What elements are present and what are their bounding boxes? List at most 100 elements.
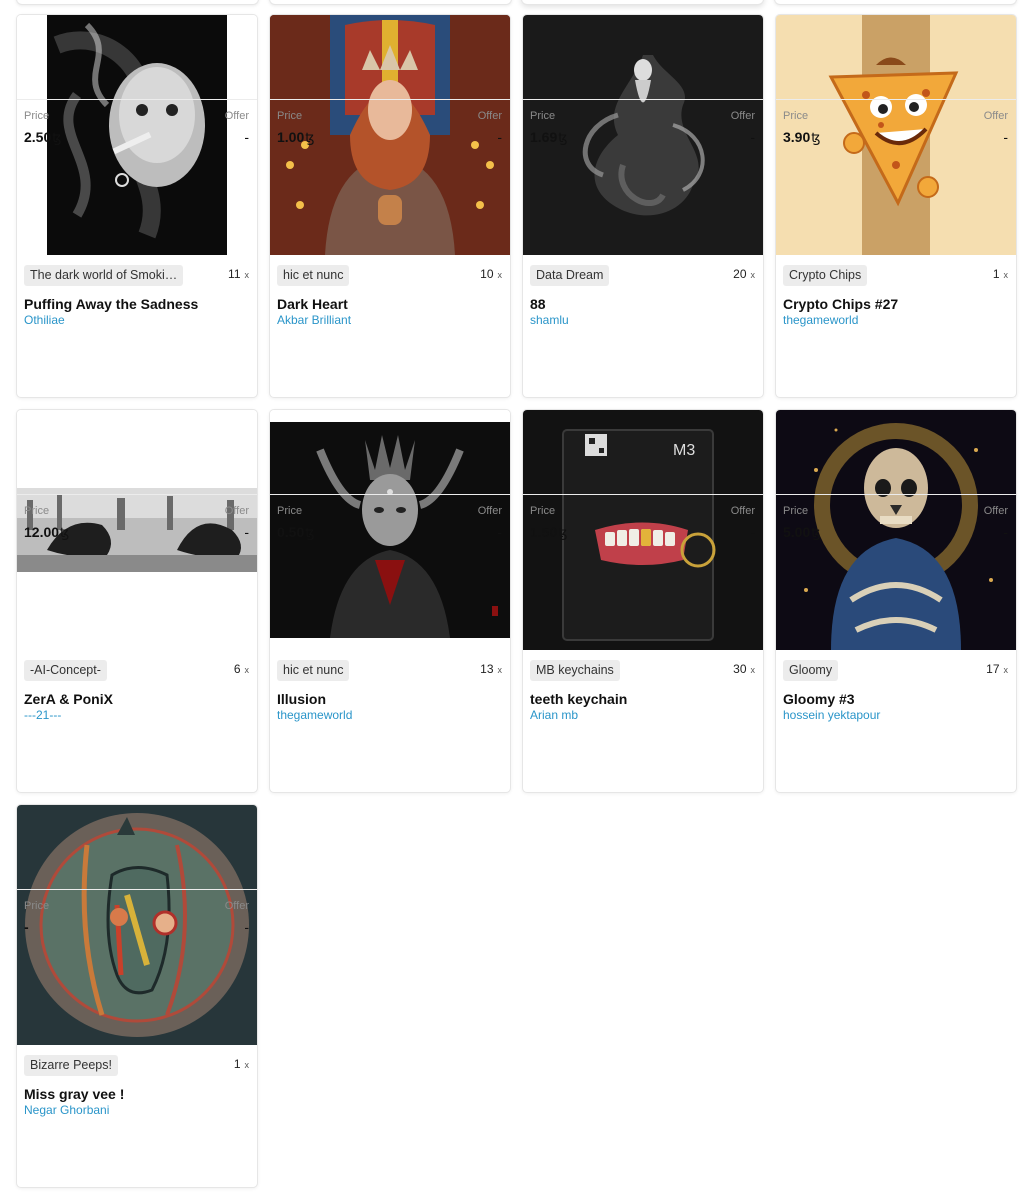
price-label: Price [24,110,50,122]
offer-label: Offer [477,505,502,517]
edition-count: 13 x [480,662,502,676]
artwork-title[interactable]: Gloomy #3 [783,691,855,707]
nft-card-grid: The dark world of Smoki… 11 x Puffing Awa… [16,14,1017,1188]
price-amount: 1.50 [530,524,558,540]
price-amount: 2.50 [24,129,52,145]
nft-card[interactable]: Data Dream 20 x 88 shamlu Price Offer 1.6… [522,14,764,398]
card-meta: The dark world of Smoki… 11 x Puffing Awa… [17,255,257,339]
artist-link[interactable]: thegameworld [783,313,858,327]
price-value: 1.00ꜩ [277,129,314,146]
edition-suffix: x [497,665,503,675]
edition-suffix: x [750,665,756,675]
offer-value: - [750,524,755,540]
artwork-title[interactable]: Illusion [277,691,326,707]
edition-count: 20 x [733,267,755,281]
edition-number: 1 [233,1057,241,1071]
card-meta: Bizarre Peeps! 1x Miss gray vee ! Negar … [17,1045,257,1129]
collection-tag[interactable]: MB keychains [530,660,620,681]
tez-currency-icon: ꜩ [558,130,568,145]
card-footer: Price Offer 1.69ꜩ - [523,100,763,157]
artist-link[interactable]: Negar Ghorbani [24,1103,109,1117]
price-label: Price [24,900,50,912]
price-amount: - [24,919,29,935]
price-label: Price [783,110,809,122]
collection-tag[interactable]: -AI-Concept- [24,660,107,681]
artist-link[interactable]: Arian mb [530,708,578,722]
tez-currency-icon: ꜩ [558,525,568,540]
edition-number: 17 [986,662,1000,676]
artwork-title[interactable]: teeth keychain [530,691,627,707]
price-amount: 1.69 [530,129,558,145]
tez-currency-icon: ꜩ [811,525,821,540]
offer-value: - [497,524,502,540]
artwork-title[interactable]: Crypto Chips #27 [783,296,898,312]
edition-suffix: x [244,665,250,675]
card-meta: hic et nunc 10 x Dark Heart Akbar Brillia… [270,255,510,339]
collection-tag[interactable]: hic et nunc [277,660,350,681]
nft-card[interactable]: M3 MB keychains 30 x teeth keychain Arian… [522,409,764,793]
price-amount: 0.50 [277,524,305,540]
nft-card[interactable]: Bizarre Peeps! 1x Miss gray vee ! Negar … [16,804,258,1188]
edition-number: 10 [480,267,494,281]
offer-label: Offer [224,110,249,122]
price-amount: 5.00 [783,524,811,540]
nft-card[interactable]: hic et nunc 13 x Illusion thegameworld Pr… [269,409,511,793]
price-label: Price [530,110,556,122]
artist-link[interactable]: shamlu [530,313,569,327]
artist-link[interactable]: hossein yektapour [783,708,880,722]
artwork-title[interactable]: Dark Heart [277,296,348,312]
artist-link[interactable]: ---21--- [24,708,61,722]
card-footer: Price Offer - - [17,890,257,947]
collection-tag[interactable]: The dark world of Smoki… [24,265,184,286]
nft-card[interactable]: Gloomy 17 x Gloomy #3 hossein yektapour P… [775,409,1017,793]
nft-card[interactable]: Crypto Chips 1x Crypto Chips #27 thegame… [775,14,1017,398]
offer-value: - [244,919,249,935]
edition-number: 11 [228,267,241,281]
previous-card-edge [16,0,259,5]
edition-count: 1x [993,267,1008,281]
card-footer: Price Offer 0.50ꜩ - [270,495,510,552]
price-value: - [24,919,29,935]
artwork-title[interactable]: Miss gray vee ! [24,1086,124,1102]
offer-value: - [244,524,249,540]
price-amount: 1.00 [277,129,305,145]
edition-number: 20 [733,267,747,281]
edition-number: 13 [480,662,494,676]
edition-count: 30 x [733,662,755,676]
price-value: 0.50ꜩ [277,524,314,541]
card-meta: Data Dream 20 x 88 shamlu [523,255,763,339]
nft-card[interactable]: The dark world of Smoki… 11 x Puffing Awa… [16,14,258,398]
offer-value: - [750,129,755,145]
edition-suffix: x [244,1060,250,1070]
price-label: Price [530,505,556,517]
edition-count: 17 x [986,662,1008,676]
nft-card[interactable]: hic et nunc 10 x Dark Heart Akbar Brillia… [269,14,511,398]
offer-label: Offer [224,900,249,912]
card-footer: Price Offer 1.00ꜩ - [270,100,510,157]
artwork-title[interactable]: Puffing Away the Sadness [24,296,198,312]
collection-tag[interactable]: Gloomy [783,660,839,681]
artist-link[interactable]: Akbar Brilliant [277,313,351,327]
tez-currency-icon: ꜩ [305,130,315,145]
offer-label: Offer [477,110,502,122]
offer-label: Offer [983,110,1008,122]
previous-card-edge [269,0,512,5]
artwork-title[interactable]: ZerA & PoniX [24,691,113,707]
price-value: 1.69ꜩ [530,129,567,146]
collection-tag[interactable]: Bizarre Peeps! [24,1055,118,1076]
nft-card[interactable]: -AI-Concept- 6x ZerA & PoniX ---21--- Pr… [16,409,258,793]
price-value: 12.00ꜩ [24,524,69,541]
edition-number: 1 [992,267,1000,281]
artist-link[interactable]: thegameworld [277,708,352,722]
offer-label: Offer [983,505,1008,517]
previous-card-edge [774,0,1017,5]
collection-tag[interactable]: hic et nunc [277,265,350,286]
collection-tag[interactable]: Data Dream [530,265,610,286]
edition-number: 6 [233,662,241,676]
artist-link[interactable]: Othiliae [24,313,65,327]
price-label: Price [277,505,303,517]
price-value: 5.00ꜩ [783,524,820,541]
price-label: Price [277,110,303,122]
collection-tag[interactable]: Crypto Chips [783,265,868,286]
artwork-title[interactable]: 88 [530,296,546,312]
